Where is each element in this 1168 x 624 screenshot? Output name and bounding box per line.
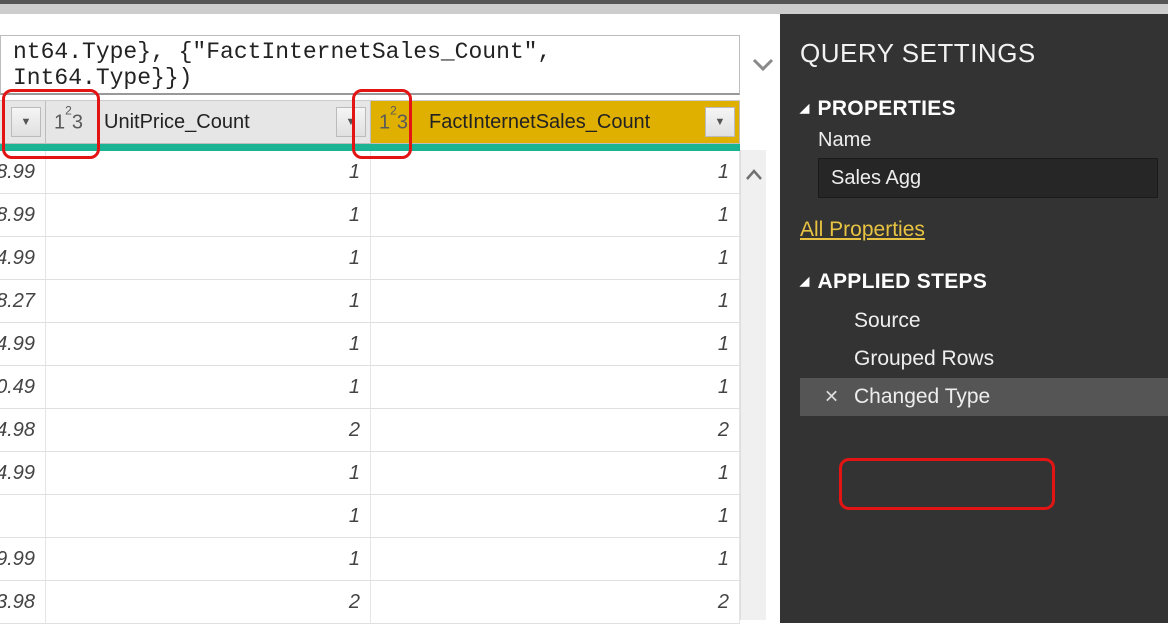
cell-unitprice-count: 2 <box>46 409 371 451</box>
applied-step[interactable]: Source <box>814 302 1150 340</box>
cell-unitprice-count: 2 <box>46 581 371 623</box>
applied-steps-list: Source Grouped Rows ✕ Changed Type <box>814 302 1150 416</box>
column-header-unitprice-count[interactable]: 123 UnitPrice_Count ▼ <box>46 101 371 143</box>
collapse-icon: ◢ <box>800 101 810 115</box>
column-filter-icon[interactable]: ▼ <box>705 107 735 137</box>
row-leading-cell: 8.99 <box>0 194 46 236</box>
row-leading-cell: 9.99 <box>0 538 46 580</box>
cell-unitprice-count: 1 <box>46 452 371 494</box>
row-leading-cell <box>0 495 46 537</box>
number-type-icon: 123 <box>54 110 83 135</box>
formula-text: nt64.Type}, {"FactInternetSales_Count", … <box>13 39 727 91</box>
table-row[interactable]: 4.9911 <box>0 323 740 366</box>
cell-factinternetsales-count: 1 <box>371 323 740 365</box>
applied-step[interactable]: ✕ Changed Type <box>800 378 1168 416</box>
table-row[interactable]: 11 <box>0 495 740 538</box>
cell-factinternetsales-count: 1 <box>371 538 740 580</box>
step-label: Grouped Rows <box>854 347 994 371</box>
cell-unitprice-count: 1 <box>46 280 371 322</box>
row-header-cell[interactable]: ▼ <box>0 101 46 143</box>
row-leading-cell: 4.99 <box>0 323 46 365</box>
row-leading-cell: 4.99 <box>0 452 46 494</box>
row-leading-cell: 0.49 <box>0 366 46 408</box>
row-leading-cell: 4.98 <box>0 409 46 451</box>
delete-step-icon[interactable]: ✕ <box>824 387 839 408</box>
cell-factinternetsales-count: 2 <box>371 581 740 623</box>
cell-factinternetsales-count: 1 <box>371 452 740 494</box>
cell-unitprice-count: 1 <box>46 366 371 408</box>
table-header-row: ▼ 123 UnitPrice_Count ▼ 123 FactInternet… <box>0 100 740 144</box>
all-properties-link[interactable]: All Properties <box>800 218 925 242</box>
panel-title: QUERY SETTINGS <box>800 38 1150 69</box>
formula-bar[interactable]: nt64.Type}, {"FactInternetSales_Count", … <box>0 35 740 95</box>
cell-unitprice-count: 1 <box>46 323 371 365</box>
step-label: Changed Type <box>854 385 990 409</box>
data-table: ▼ 123 UnitPrice_Count ▼ 123 FactInternet… <box>0 100 740 624</box>
query-name-value: Sales Agg <box>831 167 921 190</box>
table-row[interactable]: 8.2711 <box>0 280 740 323</box>
formula-expand-button[interactable] <box>748 50 778 80</box>
row-leading-cell: 3.98 <box>0 581 46 623</box>
cell-factinternetsales-count: 1 <box>371 366 740 408</box>
cell-factinternetsales-count: 1 <box>371 194 740 236</box>
table-row[interactable]: 4.9911 <box>0 452 740 495</box>
properties-section-header[interactable]: ◢ PROPERTIES <box>800 97 1150 121</box>
row-leading-cell: 8.99 <box>0 151 46 193</box>
table-row[interactable]: 0.4911 <box>0 366 740 409</box>
table-row[interactable]: 3.9822 <box>0 581 740 624</box>
cell-factinternetsales-count: 1 <box>371 280 740 322</box>
cell-factinternetsales-count: 1 <box>371 237 740 279</box>
column-filter-icon[interactable]: ▼ <box>336 107 366 137</box>
column-name: FactInternetSales_Count <box>429 111 650 134</box>
applied-steps-section-header[interactable]: ◢ APPLIED STEPS <box>800 270 1150 294</box>
table-row[interactable]: 9.9911 <box>0 538 740 581</box>
collapse-icon: ◢ <box>800 274 810 288</box>
query-settings-panel: QUERY SETTINGS ◢ PROPERTIES Name Sales A… <box>780 14 1168 623</box>
table-row[interactable]: 4.9911 <box>0 237 740 280</box>
select-all-filter-icon[interactable]: ▼ <box>11 107 41 137</box>
cell-unitprice-count: 1 <box>46 495 371 537</box>
cell-unitprice-count: 1 <box>46 151 371 193</box>
number-type-icon: 123 <box>379 110 408 135</box>
applied-steps-label: APPLIED STEPS <box>818 270 988 294</box>
cell-unitprice-count: 1 <box>46 237 371 279</box>
table-row[interactable]: 8.9911 <box>0 151 740 194</box>
cell-unitprice-count: 1 <box>46 194 371 236</box>
row-leading-cell: 8.27 <box>0 280 46 322</box>
data-quality-bar <box>0 144 740 151</box>
cell-factinternetsales-count: 1 <box>371 495 740 537</box>
properties-label: PROPERTIES <box>818 97 956 121</box>
applied-step[interactable]: Grouped Rows <box>814 340 1150 378</box>
query-name-input[interactable]: Sales Agg <box>818 158 1158 198</box>
name-label: Name <box>818 129 1150 152</box>
column-header-factinternetsales-count[interactable]: 123 FactInternetSales_Count ▼ <box>371 101 740 143</box>
table-row[interactable]: 8.9911 <box>0 194 740 237</box>
scroll-up-icon[interactable] <box>744 162 764 188</box>
vertical-scrollbar[interactable] <box>740 150 766 620</box>
step-label: Source <box>854 309 921 333</box>
cell-factinternetsales-count: 1 <box>371 151 740 193</box>
cell-unitprice-count: 1 <box>46 538 371 580</box>
cell-factinternetsales-count: 2 <box>371 409 740 451</box>
column-name: UnitPrice_Count <box>104 111 250 134</box>
table-row[interactable]: 4.9822 <box>0 409 740 452</box>
row-leading-cell: 4.99 <box>0 237 46 279</box>
